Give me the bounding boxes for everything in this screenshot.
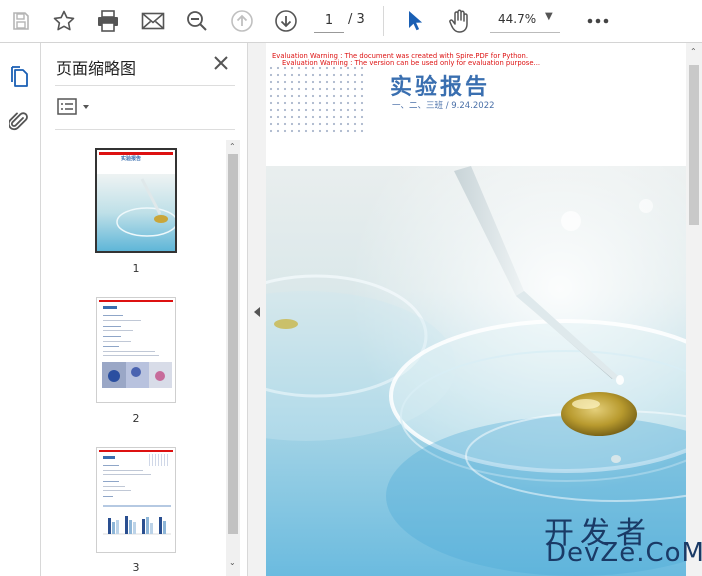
thumb-dot-pattern bbox=[149, 454, 169, 466]
thumbnail-options-button[interactable] bbox=[57, 97, 97, 117]
next-page-icon[interactable] bbox=[272, 6, 300, 36]
watermark-domain: DevZe.CoM bbox=[546, 538, 702, 568]
thumbnails-panel: 页面缩略图 实验报告 1 2 3 bbox=[41, 43, 248, 576]
page-thumbnails-icon[interactable] bbox=[8, 65, 30, 93]
thumb-text-line bbox=[103, 470, 143, 471]
thumb-text-line bbox=[103, 355, 159, 356]
scroll-up-icon[interactable]: ⌃ bbox=[690, 47, 697, 56]
hand-tool-icon[interactable] bbox=[446, 6, 474, 36]
panel-scrollbar[interactable]: ⌃ ⌄ bbox=[226, 140, 240, 576]
page-thumbnail-2[interactable] bbox=[97, 298, 175, 402]
report-subtitle: 一、二、三班 / 9.24.2022 bbox=[392, 101, 495, 111]
thumb-text-line bbox=[103, 315, 123, 316]
close-icon[interactable] bbox=[211, 53, 231, 73]
panel-title: 页面缩略图 bbox=[56, 59, 137, 78]
thumbnail-label: 3 bbox=[132, 561, 140, 574]
thumb-text-line bbox=[103, 481, 119, 482]
zoom-value: 44.7% bbox=[498, 12, 537, 26]
toolbar: / 3 44.7% ▼ bbox=[0, 0, 702, 43]
thumb-title: 实验报告 bbox=[121, 156, 142, 162]
document-scrollbar[interactable]: ⌃ bbox=[686, 43, 702, 576]
thumb-bar-chart bbox=[103, 505, 171, 535]
thumb-text-line bbox=[103, 490, 131, 491]
thumb-text-line bbox=[103, 330, 133, 331]
document-scrollbar-thumb[interactable] bbox=[689, 65, 699, 225]
thumb-warning-strip bbox=[99, 300, 173, 302]
thumbnail-label: 1 bbox=[132, 262, 140, 275]
thumb-text-line bbox=[103, 474, 151, 475]
page-thumbnail-3[interactable] bbox=[97, 448, 175, 552]
document-page: Evaluation Warning : The document was cr… bbox=[266, 43, 686, 576]
scroll-up-icon[interactable]: ⌃ bbox=[229, 142, 236, 151]
scroll-down-icon[interactable]: ⌄ bbox=[229, 558, 236, 567]
chevron-left-icon bbox=[254, 307, 260, 317]
dot-pattern-decoration bbox=[268, 65, 368, 135]
select-cursor-icon[interactable] bbox=[402, 6, 428, 36]
page-number-input[interactable] bbox=[314, 8, 344, 33]
previous-page-icon[interactable] bbox=[228, 6, 256, 36]
thumbnail-label: 2 bbox=[132, 412, 140, 425]
thumb-text-line bbox=[103, 351, 155, 352]
page-thumbnail-1[interactable]: 实验报告 bbox=[97, 150, 175, 251]
thumb-lab-photos bbox=[102, 362, 172, 388]
thumb-text-line bbox=[103, 496, 113, 497]
star-icon[interactable] bbox=[50, 6, 78, 36]
thumb-text-line bbox=[103, 341, 131, 342]
mail-icon[interactable] bbox=[139, 6, 167, 36]
thumb-heading bbox=[103, 306, 117, 309]
thumb-text-line bbox=[103, 320, 141, 321]
chevron-down-icon: ▼ bbox=[545, 11, 553, 22]
toolbar-divider bbox=[383, 6, 384, 36]
divider bbox=[55, 129, 235, 130]
report-title: 实验报告 bbox=[390, 75, 491, 100]
thumb-text-line bbox=[103, 336, 121, 337]
thumb-warning-strip bbox=[99, 450, 173, 452]
zoom-out-icon[interactable] bbox=[183, 6, 211, 36]
thumb-text-line bbox=[103, 486, 125, 487]
divider bbox=[55, 85, 235, 86]
left-rail bbox=[0, 43, 41, 576]
more-options-icon[interactable] bbox=[584, 6, 612, 36]
panel-collapse-handle[interactable] bbox=[248, 43, 266, 576]
page-total: / 3 bbox=[348, 12, 365, 27]
save-icon[interactable] bbox=[8, 6, 34, 36]
thumb-text-line bbox=[103, 465, 119, 466]
panel-scrollbar-thumb[interactable] bbox=[228, 154, 238, 534]
attachment-icon[interactable] bbox=[7, 110, 29, 138]
thumb-heading bbox=[103, 456, 115, 459]
thumb-image bbox=[97, 174, 175, 251]
zoom-select[interactable]: 44.7% ▼ bbox=[490, 8, 560, 33]
thumb-text-line bbox=[103, 346, 119, 347]
print-icon[interactable] bbox=[94, 6, 122, 36]
thumb-text-line bbox=[103, 326, 121, 327]
